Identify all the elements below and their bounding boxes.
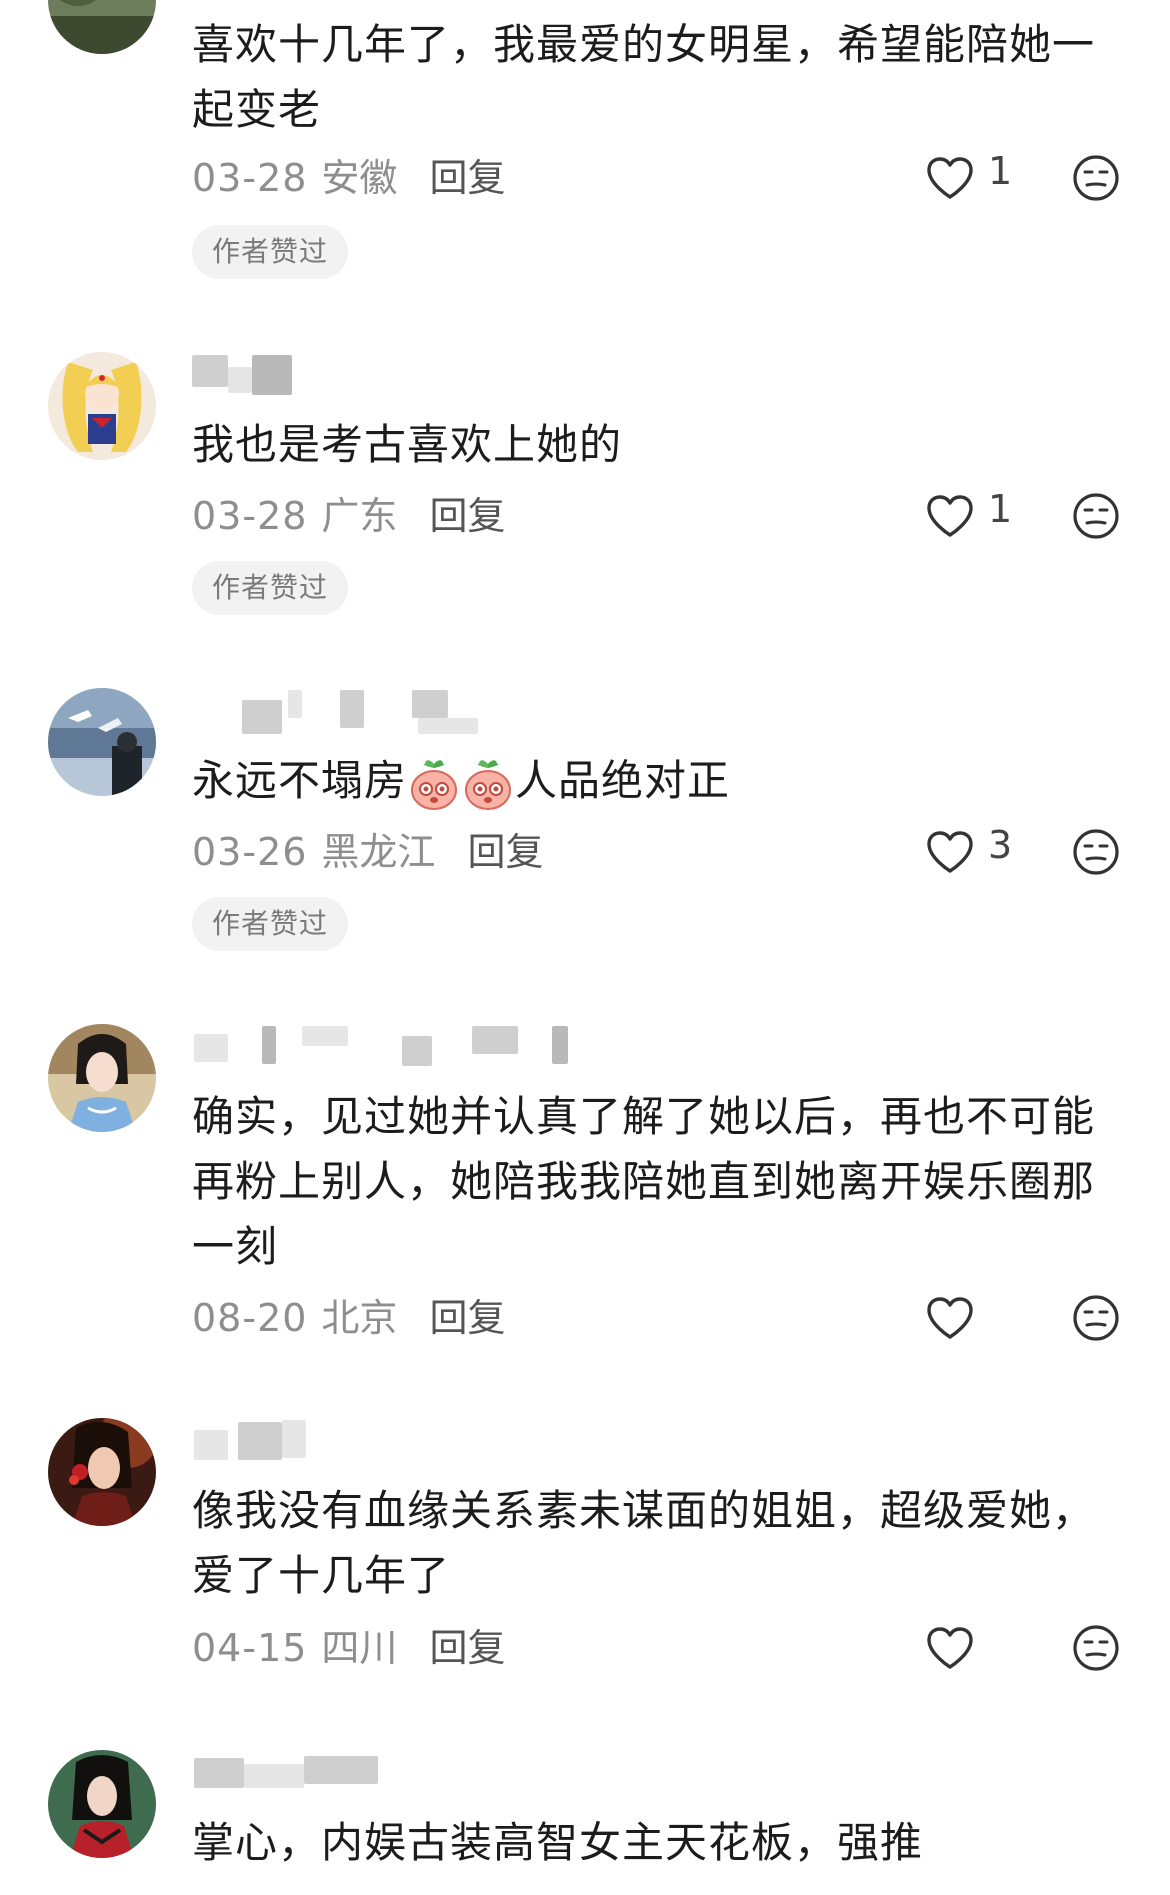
heart-outline-icon: [927, 157, 973, 199]
comment-date: 04-15: [192, 1626, 308, 1670]
heart-outline-icon: [927, 831, 973, 873]
comment-location: 北京: [321, 1296, 398, 1340]
pink-peach-sticker: [411, 759, 458, 810]
neutral-face-icon[interactable]: [1072, 492, 1120, 540]
comment-date: 03-28: [192, 156, 308, 200]
comment-meta: 03-28 安徽 回复: [192, 150, 505, 206]
like-button[interactable]: [926, 1620, 974, 1676]
comment-text: 像我没有血缘关系素未谋面的姐姐，超级爱她，爱了十几年了: [192, 1486, 1096, 1600]
reply-button[interactable]: 回复: [429, 488, 505, 544]
like-count: 1: [988, 149, 1013, 193]
author-liked-badge: 作者赞过: [192, 561, 349, 615]
like-button[interactable]: [926, 1290, 974, 1346]
like-button[interactable]: 1: [926, 149, 1013, 206]
user-name-redacted[interactable]: [192, 355, 552, 395]
heart-outline-icon: [927, 1297, 973, 1339]
avatar[interactable]: [48, 1418, 156, 1526]
comment-meta: 08-20 北京 回复: [192, 1290, 505, 1346]
heart-outline-icon: [927, 1627, 973, 1669]
neutral-face-icon[interactable]: [1072, 154, 1120, 202]
reply-button[interactable]: 回复: [429, 1290, 505, 1346]
heart-outline-icon: [927, 495, 973, 537]
avatar[interactable]: [48, 0, 156, 54]
user-name-redacted[interactable]: [192, 1026, 872, 1066]
reply-button[interactable]: 回复: [429, 1620, 505, 1676]
neutral-face-icon[interactable]: [1072, 1624, 1120, 1672]
avatar[interactable]: [48, 688, 156, 796]
user-name-redacted[interactable]: [192, 1420, 552, 1460]
like-count: 3: [988, 823, 1013, 867]
like-button[interactable]: 3: [926, 823, 1013, 880]
comment-text: 喜欢十几年了，我最爱的女明星，希望能陪她一起变老: [192, 20, 1096, 134]
comment-text: 永远不塌房 人品绝对正: [192, 748, 1112, 813]
comment-location: 广东: [321, 494, 398, 538]
comment-meta: 04-15 四川 回复: [192, 1620, 505, 1676]
comment-location: 黑龙江: [321, 830, 436, 874]
pink-peach-sticker: [465, 759, 512, 810]
avatar[interactable]: [48, 1024, 156, 1132]
comment-date: 08-20: [192, 1296, 308, 1340]
author-liked-badge: 作者赞过: [192, 897, 349, 951]
reply-button[interactable]: 回复: [467, 824, 543, 880]
author-liked-badge: 作者赞过: [192, 225, 349, 279]
user-name-redacted[interactable]: [192, 1752, 552, 1792]
like-button[interactable]: 1: [926, 487, 1013, 544]
comment-date: 03-28: [192, 494, 308, 538]
comment-text: 掌心，内娱古装高智女主天花板，强推: [192, 1818, 924, 1867]
comment-text: 确实，见过她并认真了解了她以后，再也不可能再粉上别人，她陪我我陪她直到她离开娱乐…: [192, 1092, 1096, 1271]
comment-text: 我也是考古喜欢上她的: [192, 420, 623, 469]
avatar[interactable]: [48, 352, 156, 460]
avatar[interactable]: [48, 1750, 156, 1858]
reply-button[interactable]: 回复: [429, 150, 505, 206]
neutral-face-icon[interactable]: [1072, 828, 1120, 876]
like-count: 1: [988, 487, 1013, 531]
user-name-redacted[interactable]: [192, 690, 552, 734]
comment-location: 四川: [321, 1626, 398, 1670]
comment-meta: 03-26 黑龙江 回复: [192, 824, 543, 880]
neutral-face-icon[interactable]: [1072, 1294, 1120, 1342]
comment-location: 安徽: [321, 156, 398, 200]
comment-meta: 03-28 广东 回复: [192, 488, 505, 544]
comment-date: 03-26: [192, 830, 308, 874]
